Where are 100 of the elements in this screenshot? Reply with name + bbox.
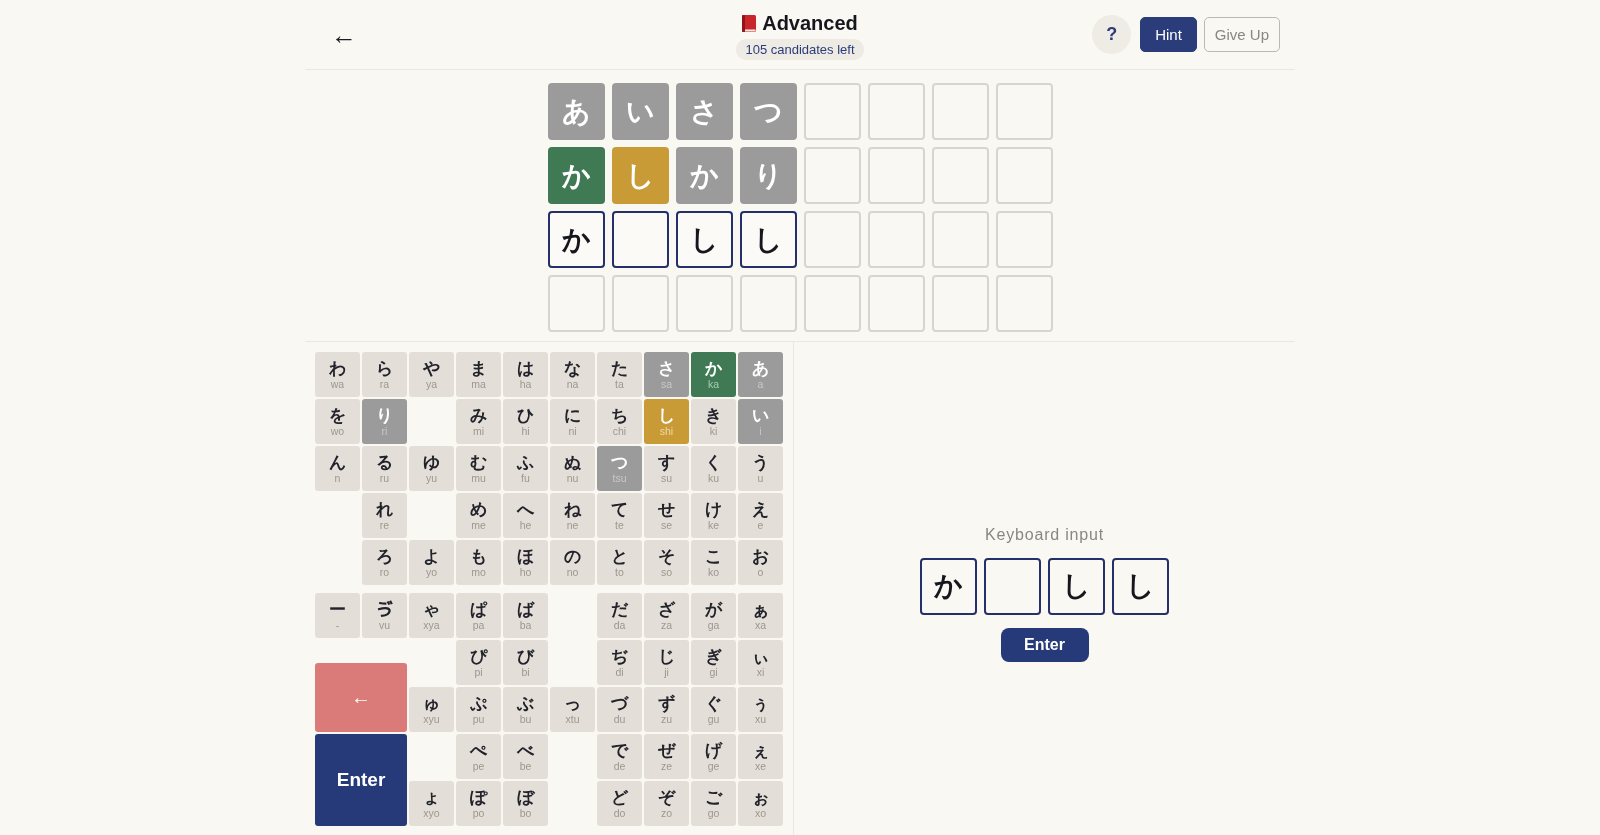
kana-key[interactable]: ふ fu xyxy=(503,446,548,491)
kana-key[interactable]: ぞ zo xyxy=(644,781,689,826)
kana-key[interactable]: な na xyxy=(550,352,595,397)
enter-button[interactable]: Enter xyxy=(315,734,407,826)
kana-key[interactable]: で de xyxy=(597,734,642,779)
kana-key[interactable]: お o xyxy=(738,540,783,585)
kana-key[interactable]: ぼ bo xyxy=(503,781,548,826)
hint-button[interactable]: Hint xyxy=(1140,17,1197,52)
kana-key[interactable]: め me xyxy=(456,493,501,538)
letter-tile xyxy=(803,211,861,268)
kana-key[interactable]: こ ko xyxy=(691,540,736,585)
kana-key[interactable]: の no xyxy=(550,540,595,585)
kana-key[interactable]: っ xtu xyxy=(550,687,595,732)
kana-key[interactable]: ぉ xo xyxy=(738,781,783,826)
kana-key[interactable]: ぺ pe xyxy=(456,734,501,779)
kana-key[interactable]: げ ge xyxy=(691,734,736,779)
kana-key[interactable]: ら ra xyxy=(362,352,407,397)
letter-input-field[interactable]: か xyxy=(920,557,977,615)
kana-key[interactable]: ー - xyxy=(315,593,360,638)
kana-key[interactable]: ぃ xi xyxy=(738,640,783,685)
kana-key[interactable]: か ka xyxy=(691,352,736,397)
enter-button[interactable]: Enter xyxy=(1000,627,1089,662)
kana-key[interactable]: む mu xyxy=(456,446,501,491)
kana-key[interactable]: ょ xyo xyxy=(409,781,454,826)
back-button[interactable]: ← xyxy=(327,21,361,48)
kana-key[interactable]: ば ba xyxy=(503,593,548,638)
kana-key[interactable]: え e xyxy=(738,493,783,538)
kana-key[interactable]: る ru xyxy=(362,446,407,491)
kana-key[interactable]: ゆ yu xyxy=(409,446,454,491)
kana-key[interactable]: と to xyxy=(597,540,642,585)
kana-key[interactable]: ぁ xa xyxy=(738,593,783,638)
kana-key[interactable]: ん n xyxy=(315,446,360,491)
letter-tile: り xyxy=(739,147,797,204)
kana-key[interactable]: が ga xyxy=(691,593,736,638)
kana-key[interactable]: ゔ vu xyxy=(362,593,407,638)
kana-key[interactable]: ず zu xyxy=(644,687,689,732)
kana-key[interactable]: ど do xyxy=(597,781,642,826)
kana-key[interactable]: ひ hi xyxy=(503,399,548,444)
letter-tile xyxy=(995,275,1053,332)
kana-key[interactable]: ぶ bu xyxy=(503,687,548,732)
kana-key[interactable]: き ki xyxy=(691,399,736,444)
kana-key[interactable]: ご go xyxy=(691,781,736,826)
kana-key[interactable]: ぎ gi xyxy=(691,640,736,685)
kana-key[interactable]: ぜ ze xyxy=(644,734,689,779)
kana-key[interactable]: べ be xyxy=(503,734,548,779)
letter-input-field[interactable]: し xyxy=(1048,557,1105,615)
kana-key[interactable]: ぽ po xyxy=(456,781,501,826)
letter-tile xyxy=(995,147,1053,204)
kana-key[interactable]: ぢ di xyxy=(597,640,642,685)
letter-tile xyxy=(803,275,861,332)
letter-tile xyxy=(803,83,861,140)
kana-key[interactable]: ぬ nu xyxy=(550,446,595,491)
kana-key[interactable]: う u xyxy=(738,446,783,491)
kana-key[interactable]: た ta xyxy=(597,352,642,397)
kana-key[interactable]: れ re xyxy=(362,493,407,538)
letter-tile xyxy=(675,275,733,332)
kana-key[interactable]: も mo xyxy=(456,540,501,585)
game-title: Advanced xyxy=(762,11,858,35)
kana-key[interactable]: そ so xyxy=(644,540,689,585)
kana-key[interactable]: ち chi xyxy=(597,399,642,444)
kana-key[interactable]: ぇ xe xyxy=(738,734,783,779)
kana-key[interactable]: み mi xyxy=(456,399,501,444)
kana-key[interactable]: ぷ pu xyxy=(456,687,501,732)
kana-key[interactable]: び bi xyxy=(503,640,548,685)
kana-key[interactable]: ほ ho xyxy=(503,540,548,585)
letter-tile: か xyxy=(547,211,605,268)
keyboard-input-label: Keyboard input xyxy=(985,525,1104,544)
kana-key[interactable]: ね ne xyxy=(550,493,595,538)
kana-key[interactable]: や ya xyxy=(409,352,454,397)
kana-key[interactable]: ま ma xyxy=(456,352,501,397)
kana-key[interactable]: せ se xyxy=(644,493,689,538)
kana-key[interactable]: に ni xyxy=(550,399,595,444)
kana-key[interactable]: て te xyxy=(597,493,642,538)
book-icon xyxy=(742,14,757,32)
letter-tile: し xyxy=(675,211,733,268)
letter-tile xyxy=(547,275,605,332)
kana-key[interactable]: ろ ro xyxy=(362,540,407,585)
kana-key[interactable]: へ he xyxy=(503,493,548,538)
kana-key[interactable]: す su xyxy=(644,446,689,491)
kana-key[interactable]: け ke xyxy=(691,493,736,538)
letter-tile: し xyxy=(611,147,669,204)
kana-key[interactable]: づ du xyxy=(597,687,642,732)
kana-key[interactable]: よ yo xyxy=(409,540,454,585)
kana-key[interactable]: ぅ xu xyxy=(738,687,783,732)
kana-key[interactable]: ざ za xyxy=(644,593,689,638)
kana-key[interactable]: わ wa xyxy=(315,352,360,397)
kana-key[interactable]: を wo xyxy=(315,399,360,444)
kana-key[interactable]: ぐ gu xyxy=(691,687,736,732)
help-button[interactable]: ? xyxy=(1092,15,1132,54)
letter-tile xyxy=(931,275,989,332)
kana-key[interactable]: く ku xyxy=(691,446,736,491)
letter-input-field[interactable] xyxy=(984,557,1041,615)
letter-input-field[interactable]: し xyxy=(1112,557,1169,615)
kana-key[interactable]: は ha xyxy=(503,352,548,397)
kana-key[interactable]: ゃ xya xyxy=(409,593,454,638)
kana-key[interactable]: ゅ xyu xyxy=(409,687,454,732)
kana-key[interactable]: じ ji xyxy=(644,640,689,685)
kana-key[interactable]: だ da xyxy=(597,593,642,638)
kana-key[interactable]: ぱ pa xyxy=(456,593,501,638)
kana-key[interactable]: ぴ pi xyxy=(456,640,501,685)
